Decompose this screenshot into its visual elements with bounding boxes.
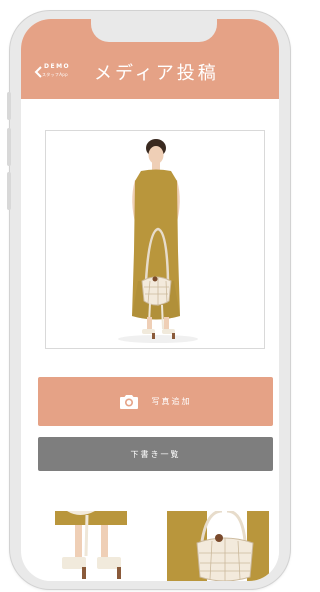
drafts-list-button[interactable]: 下書き一覧 [38, 437, 273, 471]
photo-thumbnail[interactable] [35, 511, 148, 581]
phone-notch [91, 19, 217, 42]
phone-side-button [7, 172, 11, 210]
add-photo-label: 写真追加 [151, 397, 192, 406]
phone-side-button [7, 92, 11, 120]
selected-photo[interactable] [45, 130, 265, 349]
thumbnail-image [167, 511, 279, 581]
photo-image [46, 131, 264, 348]
photo-thumbnail[interactable] [167, 511, 279, 581]
thumbnail-image [35, 511, 148, 581]
app-screen: DEMO スタッフApp メディア投稿 写真追加 下書き一覧 [21, 19, 279, 581]
page-title: メディア投稿 [94, 63, 219, 84]
drafts-list-label: 下書き一覧 [130, 449, 181, 459]
phone-side-button [7, 128, 11, 166]
add-photo-button[interactable]: 写真追加 [38, 377, 273, 426]
camera-icon [119, 395, 138, 409]
brand-subtitle: スタッフApp [42, 72, 68, 77]
brand-logo: DEMO [44, 63, 71, 70]
